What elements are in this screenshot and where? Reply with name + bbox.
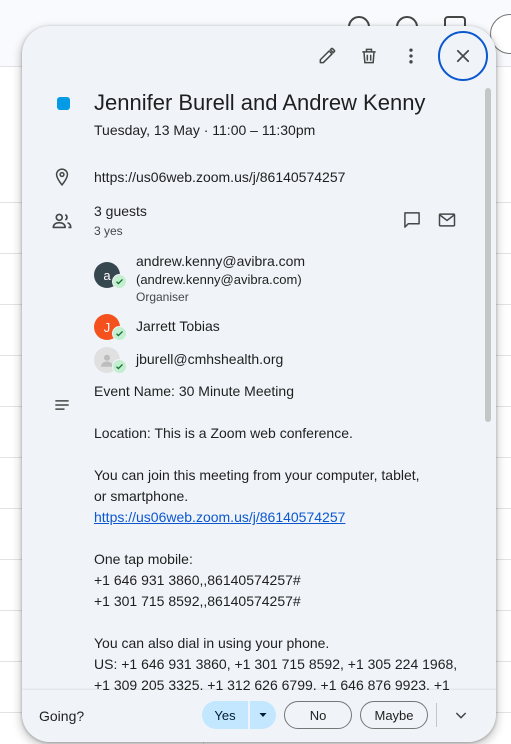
description-line: or smartphone. xyxy=(94,488,189,504)
pencil-icon xyxy=(319,47,336,64)
description-line: You can join this meeting from your comp… xyxy=(94,467,420,483)
description-line: Event Name: 30 Minute Meeting xyxy=(94,383,294,399)
accepted-check-icon xyxy=(112,274,127,289)
event-color-swatch xyxy=(57,97,70,110)
guest-name[interactable]: Jarrett Tobias xyxy=(136,318,220,334)
divider xyxy=(436,703,437,727)
rsvp-options-dropdown[interactable] xyxy=(250,701,276,729)
close-button[interactable] xyxy=(438,31,488,81)
event-details-dialog: Jennifer Burell and Andrew Kenny Tuesday… xyxy=(22,26,496,742)
guest-count: 3 guests xyxy=(94,203,147,219)
description-line: US: +1 646 931 3860, +1 301 715 8592, +1… xyxy=(94,656,458,672)
description-line: One tap mobile: xyxy=(94,551,193,567)
accepted-check-icon xyxy=(112,326,127,341)
guest-email: (andrew.kenny@avibra.com) xyxy=(136,272,302,287)
chat-guests-button[interactable] xyxy=(394,202,430,238)
people-icon xyxy=(50,209,74,233)
caret-down-icon xyxy=(259,713,267,717)
event-location[interactable]: https://us06web.zoom.us/j/86140574257 xyxy=(94,169,345,185)
more-options-button[interactable] xyxy=(393,38,429,74)
guest-name[interactable]: jburell@cmhshealth.org xyxy=(136,351,283,367)
rsvp-maybe-button[interactable]: Maybe xyxy=(360,701,428,729)
event-description: Event Name: 30 Minute Meeting Location: … xyxy=(94,381,464,696)
rsvp-yes-group: Yes xyxy=(202,701,276,729)
description-line: You can also dial in using your phone. xyxy=(94,635,330,651)
location-pin-icon xyxy=(50,165,74,189)
scrollbar[interactable] xyxy=(485,88,491,422)
rsvp-yes-button[interactable]: Yes xyxy=(202,701,248,729)
rsvp-prompt: Going? xyxy=(39,708,85,724)
chevron-down-icon xyxy=(455,712,467,719)
edit-event-button[interactable] xyxy=(309,38,345,74)
mail-icon xyxy=(438,213,456,227)
expand-rsvp-button[interactable] xyxy=(444,698,478,732)
event-title: Jennifer Burell and Andrew Kenny xyxy=(94,90,426,115)
notes-icon xyxy=(50,393,74,417)
event-datetime: Tuesday, 13 May · 11:00 – 11:30pm xyxy=(94,122,316,138)
trash-icon xyxy=(362,48,376,64)
guest-role: Organiser xyxy=(136,290,189,304)
guest-name[interactable]: andrew.kenny@avibra.com xyxy=(136,253,305,269)
description-line: Location: This is a Zoom web conference. xyxy=(94,425,353,441)
accepted-check-icon xyxy=(112,359,127,374)
close-icon xyxy=(456,49,470,63)
guest-yes-count: 3 yes xyxy=(94,224,123,238)
more-vert-icon xyxy=(409,48,413,64)
description-line: +1 646 931 3860,,86140574257# xyxy=(94,572,301,588)
email-guests-button[interactable] xyxy=(429,202,465,238)
description-line: +1 301 715 8592,,86140574257# xyxy=(94,593,301,609)
delete-event-button[interactable] xyxy=(351,38,387,74)
chat-icon xyxy=(404,212,420,228)
rsvp-bar: Going? Yes No Maybe xyxy=(22,690,496,742)
rsvp-no-button[interactable]: No xyxy=(284,701,352,729)
zoom-meeting-link[interactable]: https://us06web.zoom.us/j/86140574257 xyxy=(94,509,345,525)
